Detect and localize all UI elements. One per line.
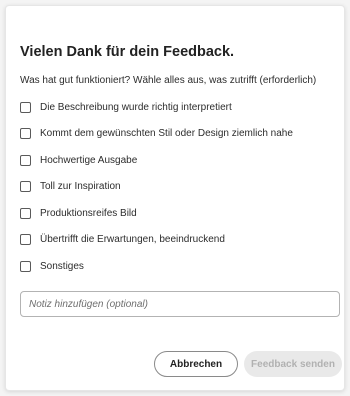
note-input[interactable] (20, 291, 340, 317)
feedback-dialog: Vielen Dank für dein Feedback. Was hat g… (5, 5, 345, 391)
option-label: Übertrifft die Erwartungen, beeindrucken… (40, 234, 225, 245)
checkbox[interactable] (20, 234, 31, 245)
option-label: Kommt dem gewünschten Stil oder Design z… (40, 128, 293, 139)
option-exceeds-expectations[interactable]: Übertrifft die Erwartungen, beeindrucken… (20, 233, 340, 247)
feedback-options: Die Beschreibung wurde richtig interpret… (20, 100, 340, 286)
option-label: Produktionsreifes Bild (40, 207, 137, 219)
option-label: Hochwertige Ausgabe (40, 154, 138, 166)
option-label: Sonstiges (40, 260, 84, 272)
option-label: Die Beschreibung wurde richtig interpret… (40, 101, 232, 113)
question-label: Was hat gut funktioniert? Wähle alles au… (20, 75, 317, 86)
option-other[interactable]: Sonstiges (20, 259, 340, 273)
checkbox[interactable] (20, 154, 31, 166)
option-production-ready[interactable]: Produktionsreifes Bild (20, 206, 340, 220)
checkbox[interactable] (20, 181, 31, 192)
cancel-button[interactable]: Abbrechen (154, 351, 238, 377)
checkbox[interactable] (20, 128, 31, 139)
option-high-quality[interactable]: Hochwertige Ausgabe (20, 153, 340, 167)
option-label: Toll zur Inspiration (40, 181, 121, 192)
dialog-title: Vielen Dank für dein Feedback. (20, 44, 235, 60)
option-style-close[interactable]: Kommt dem gewünschten Stil oder Design z… (20, 127, 340, 141)
send-feedback-button[interactable]: Feedback senden (244, 351, 342, 377)
checkbox[interactable] (20, 101, 31, 113)
checkbox[interactable] (20, 260, 31, 272)
option-description-interpreted[interactable]: Die Beschreibung wurde richtig interpret… (20, 100, 340, 114)
checkbox[interactable] (20, 207, 31, 219)
option-inspiration[interactable]: Toll zur Inspiration (20, 180, 340, 194)
